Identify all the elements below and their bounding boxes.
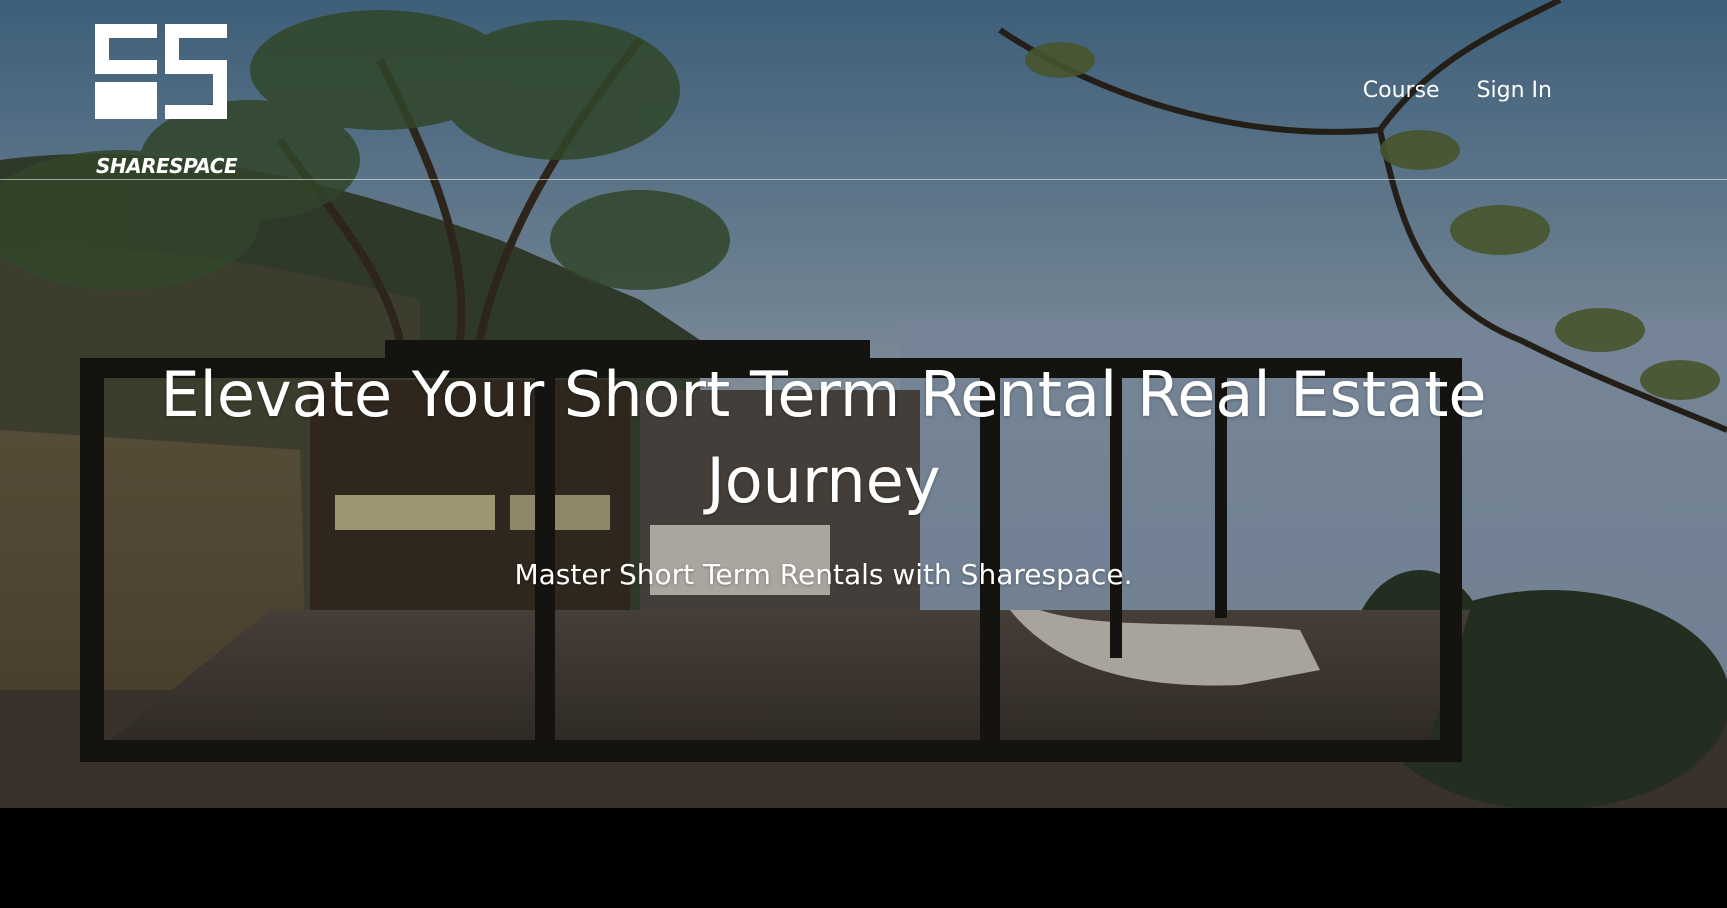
brand-logo[interactable]: SHARESPACE xyxy=(95,24,238,178)
sharespace-logo-icon xyxy=(95,24,227,119)
hero-headline: Elevate Your Short Term Rental Real Esta… xyxy=(160,358,1487,517)
header-divider xyxy=(0,179,1727,180)
nav-link-course[interactable]: Course xyxy=(1363,76,1440,106)
main-nav: Course Sign In xyxy=(1363,76,1552,106)
nav-link-sign-in[interactable]: Sign In xyxy=(1477,76,1552,106)
hero-subheadline: Master Short Term Rentals with Sharespac… xyxy=(514,558,1133,591)
page-bottom-band xyxy=(0,808,1727,908)
hero-section: SHARESPACE Course Sign In Elevate Your S… xyxy=(0,0,1727,808)
brand-name: SHARESPACE xyxy=(96,154,238,178)
